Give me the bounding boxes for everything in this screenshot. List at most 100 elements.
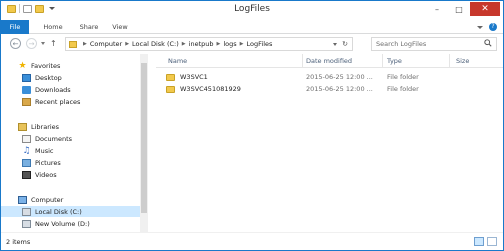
address-bar[interactable]: ▶ Computer ▶ Local Disk (C:) ▶ inetpub ▶… xyxy=(65,37,353,51)
breadcrumb-local-disk[interactable]: Local Disk (C:) xyxy=(132,40,179,48)
maximize-button[interactable]: □ xyxy=(448,2,470,16)
sidebar-item-label: Videos xyxy=(35,170,57,179)
tab-view[interactable]: View xyxy=(107,20,133,34)
desktop-icon xyxy=(22,73,31,82)
address-bar-controls: ↻ xyxy=(333,38,352,50)
help-icon[interactable]: ? xyxy=(489,23,497,31)
table-row[interactable]: W3SVC451081929 2015-06-25 12:00 ... File… xyxy=(166,84,496,95)
scrollbar-thumb[interactable] xyxy=(141,63,147,213)
drive-icon xyxy=(22,207,31,216)
column-header-name[interactable]: Name xyxy=(168,57,187,65)
drive-icon xyxy=(22,219,31,228)
sidebar-item-local-disk[interactable]: Local Disk (C:) xyxy=(1,206,140,217)
folder-icon xyxy=(166,86,175,93)
refresh-icon[interactable]: ↻ xyxy=(342,40,348,48)
sidebar-item-videos[interactable]: Videos xyxy=(1,169,140,180)
breadcrumb-computer[interactable]: Computer xyxy=(90,40,122,48)
folder-icon xyxy=(166,74,175,81)
breadcrumb-logfiles[interactable]: LogFiles xyxy=(247,40,273,48)
navigation-pane: ★ Favorites Desktop Downloads Recent pla… xyxy=(1,54,148,232)
sidebar-item-label: Libraries xyxy=(31,122,60,131)
large-icons-view-button[interactable] xyxy=(487,237,497,246)
file-type: File folder xyxy=(387,73,419,81)
sidebar-item-documents[interactable]: Documents xyxy=(1,133,140,144)
explorer-window: LogFiles – □ ✕ File Home Share View ? ← … xyxy=(0,0,504,251)
sidebar-item-label: Desktop xyxy=(35,73,62,82)
pictures-icon xyxy=(22,158,31,167)
sidebar-item-desktop[interactable]: Desktop xyxy=(1,72,140,83)
forward-arrow-icon[interactable]: → xyxy=(26,38,37,49)
up-arrow-icon[interactable]: ↑ xyxy=(50,39,57,48)
search-input[interactable]: Search LogFiles xyxy=(371,37,497,51)
file-name: W3SVC451081929 xyxy=(180,85,241,93)
sidebar-item-label: Recent places xyxy=(35,97,81,106)
column-header-type[interactable]: Type xyxy=(387,57,402,65)
sidebar-item-label: New Volume (D:) xyxy=(35,219,90,228)
tab-home[interactable]: Home xyxy=(38,20,68,34)
back-arrow-icon[interactable]: ← xyxy=(10,38,21,49)
folder-icon xyxy=(69,40,77,48)
downloads-icon xyxy=(22,85,31,94)
sidebar-item-label: Documents xyxy=(35,134,73,143)
minimize-button[interactable]: – xyxy=(426,2,448,16)
breadcrumb-logs[interactable]: logs xyxy=(223,40,236,48)
tab-share[interactable]: Share xyxy=(74,20,104,34)
sidebar-item-label: Music xyxy=(35,146,54,155)
tab-file[interactable]: File xyxy=(1,20,29,34)
column-headers: Name Date modified Type Size xyxy=(156,54,503,68)
sidebar-item-label: Downloads xyxy=(35,85,71,94)
sidebar-item-recent-places[interactable]: Recent places xyxy=(1,96,140,107)
documents-icon xyxy=(22,134,31,143)
file-date: 2015-06-25 12:00 ... xyxy=(306,73,373,81)
sidebar-item-new-volume[interactable]: New Volume (D:) xyxy=(1,218,140,229)
sidebar-item-computer[interactable]: Computer xyxy=(1,194,140,205)
expand-ribbon-icon[interactable] xyxy=(477,25,483,29)
sidebar-item-label: Computer xyxy=(31,195,64,204)
breadcrumb-inetpub[interactable]: inetpub xyxy=(189,40,214,48)
sidebar-item-pictures[interactable]: Pictures xyxy=(1,157,140,168)
star-icon: ★ xyxy=(18,60,27,71)
view-toggle xyxy=(474,237,497,246)
details-view-button[interactable] xyxy=(474,237,484,246)
breadcrumb-arrow-icon[interactable]: ▶ xyxy=(83,41,87,47)
search-icon[interactable] xyxy=(484,39,492,47)
videos-icon xyxy=(22,170,31,179)
breadcrumb-arrow-icon[interactable]: ▶ xyxy=(240,41,244,47)
address-history-chevron-icon[interactable] xyxy=(333,42,338,46)
window-controls: – □ ✕ xyxy=(426,2,500,16)
file-date: 2015-06-25 12:00 ... xyxy=(306,85,373,93)
computer-icon xyxy=(18,195,27,204)
file-list: Name Date modified Type Size W3SVC1 2015… xyxy=(156,54,503,232)
column-header-date-modified[interactable]: Date modified xyxy=(306,57,352,65)
status-bar: 2 items xyxy=(1,232,503,250)
breadcrumb-arrow-icon[interactable]: ▶ xyxy=(125,41,129,47)
library-icon xyxy=(18,122,27,131)
column-header-size[interactable]: Size xyxy=(456,57,469,65)
sidebar-item-label: Favorites xyxy=(31,61,61,70)
navigation-pane-scrollbar[interactable] xyxy=(140,54,148,232)
music-icon: ♫ xyxy=(22,145,31,156)
column-divider[interactable] xyxy=(449,54,450,68)
sidebar-item-downloads[interactable]: Downloads xyxy=(1,84,140,95)
sidebar-item-label: Pictures xyxy=(35,158,61,167)
file-name: W3SVC1 xyxy=(180,73,208,81)
breadcrumb-arrow-icon[interactable]: ▶ xyxy=(182,41,186,47)
breadcrumb: ▶ Computer ▶ Local Disk (C:) ▶ inetpub ▶… xyxy=(80,40,272,48)
breadcrumb-arrow-icon[interactable]: ▶ xyxy=(217,41,221,47)
sidebar-item-music[interactable]: ♫ Music xyxy=(1,145,140,156)
sidebar-item-libraries[interactable]: Libraries xyxy=(1,121,140,132)
ribbon-controls: ? xyxy=(477,23,497,31)
navigation-bar: ← → ↑ ▶ Computer ▶ Local Disk (C:) ▶ ine… xyxy=(1,34,503,54)
table-row[interactable]: W3SVC1 2015-06-25 12:00 ... File folder xyxy=(166,72,496,83)
close-button[interactable]: ✕ xyxy=(470,2,500,16)
column-divider[interactable] xyxy=(382,54,383,68)
file-type: File folder xyxy=(387,85,419,93)
ribbon-tabs: File Home Share View ? xyxy=(1,20,503,34)
recent-locations-chevron-icon[interactable] xyxy=(41,42,45,45)
item-count: 2 items xyxy=(6,238,31,246)
sidebar-item-favorites[interactable]: ★ Favorites xyxy=(1,60,140,71)
title-bar: LogFiles – □ ✕ xyxy=(1,1,503,20)
sidebar-item-label: Local Disk (C:) xyxy=(35,207,82,216)
search-placeholder: Search LogFiles xyxy=(376,40,427,48)
column-divider[interactable] xyxy=(302,54,303,68)
